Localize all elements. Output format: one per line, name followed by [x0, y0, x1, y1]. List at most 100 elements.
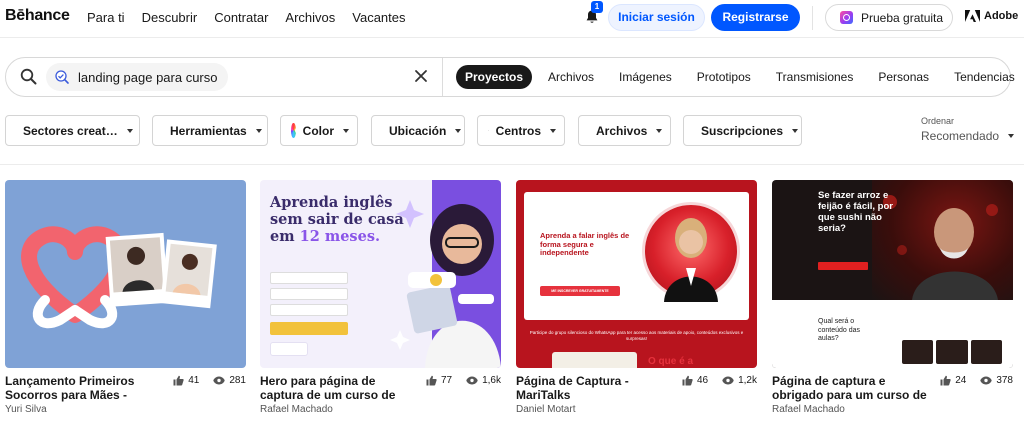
- nav-item-archivos[interactable]: Archivos: [285, 10, 335, 25]
- thumb-bottom-card: [552, 352, 637, 368]
- project-thumbnail[interactable]: Se fazer arroz e feijão é fácil, por que…: [772, 180, 1013, 368]
- nav-item-descubrir[interactable]: Descubrir: [142, 10, 198, 25]
- filter-sectores[interactable]: Sectores creat…: [5, 115, 140, 146]
- login-button[interactable]: Iniciar sesión: [608, 4, 705, 31]
- nav-item-vacantes[interactable]: Vacantes: [352, 10, 405, 25]
- project-views: 281: [229, 375, 246, 386]
- project-thumbnail[interactable]: [5, 180, 246, 368]
- tab-tendencias[interactable]: Tendencias: [945, 65, 1024, 89]
- filter-ubicacion-label: Ubicación: [389, 123, 447, 138]
- project-likes: 77: [440, 375, 453, 386]
- thumb-form-field: [270, 272, 348, 284]
- project-search-icon: [55, 70, 69, 84]
- search-query-text: landing page para curso: [78, 69, 218, 85]
- search-type-tabs: Proyectos Archivos Imágenes Prototipos T…: [456, 65, 1024, 89]
- tab-proyectos[interactable]: Proyectos: [456, 65, 533, 89]
- thumb-form-field: [270, 288, 348, 300]
- project-views: 1,2k: [738, 375, 757, 386]
- project-card[interactable]: Aprenda a falar inglês de forma segura e…: [516, 180, 757, 415]
- thumb-heading: Aprenda inglês sem sair de casa em 12 me…: [270, 194, 420, 245]
- project-stats: 77 1,6k: [426, 375, 501, 386]
- thumb-heading-line-1: Aprenda inglês: [270, 194, 393, 211]
- free-trial-button[interactable]: Prueba gratuita: [825, 4, 953, 31]
- first-aid-heart-artwork: [21, 226, 217, 329]
- like-thumb-icon: [173, 375, 184, 386]
- project-thumbnail[interactable]: Aprenda a falar inglês de forma segura e…: [516, 180, 757, 368]
- filter-sectores-label: Sectores creat…: [23, 123, 118, 138]
- chevron-down-icon: [255, 128, 262, 133]
- filters-divider: [0, 164, 1024, 165]
- filter-herramientas-label: Herramientas: [170, 123, 247, 138]
- like-thumb-icon: [426, 375, 437, 386]
- chevron-down-icon: [343, 128, 349, 133]
- project-author[interactable]: Rafael Machado: [260, 404, 333, 415]
- project-card[interactable]: Lançamento Primeiros Socorros para Mães …: [5, 180, 246, 415]
- project-title[interactable]: Lançamento Primeiros Socorros para Mães …: [5, 374, 165, 402]
- notification-badge: 1: [591, 1, 603, 13]
- filter-herramientas[interactable]: Herramientas: [152, 115, 268, 146]
- adobe-logo-icon: [965, 10, 980, 22]
- project-views: 378: [996, 375, 1013, 386]
- filter-color-label: Color: [302, 123, 334, 138]
- like-thumb-icon: [682, 375, 693, 386]
- chevron-down-icon: [656, 128, 663, 133]
- eye-views-icon: [466, 376, 478, 385]
- project-thumbnail[interactable]: Aprenda inglês sem sair de casa em 12 me…: [260, 180, 501, 368]
- project-author[interactable]: Daniel Motart: [516, 404, 575, 415]
- filter-centros[interactable]: Centros: [477, 115, 565, 146]
- color-wheel-icon: [291, 123, 302, 138]
- thumb-cta-button: [818, 262, 868, 270]
- tab-archivos[interactable]: Archivos: [539, 65, 603, 89]
- thumb-heading-highlight: 12 meses.: [299, 228, 381, 245]
- top-navigation-bar: Bēhance Para ti Descubrir Contratar Arch…: [0, 0, 1024, 38]
- sort-dropdown[interactable]: Recomendado: [921, 129, 1015, 143]
- sort-label: Ordenar: [921, 116, 955, 126]
- project-author[interactable]: Rafael Machado: [772, 404, 845, 415]
- chevron-down-icon: [792, 128, 799, 133]
- graduation-cap-icon: [488, 130, 489, 131]
- thumb-form-field: [270, 304, 348, 316]
- project-card[interactable]: Aprenda inglês sem sair de casa em 12 me…: [260, 180, 501, 415]
- search-query-chip[interactable]: landing page para curso: [46, 63, 228, 91]
- project-card[interactable]: Se fazer arroz e feijão é fácil, por que…: [772, 180, 1013, 415]
- thumb-stat-box: [270, 342, 308, 356]
- search-icon[interactable]: [20, 68, 37, 85]
- main-nav: Para ti Descubrir Contratar Archivos Vac…: [87, 10, 423, 25]
- adobe-link[interactable]: Adobe: [965, 10, 1018, 22]
- filter-archivos[interactable]: Archivos: [578, 115, 671, 146]
- tab-transmisiones[interactable]: Transmisiones: [767, 65, 863, 89]
- nav-item-contratar[interactable]: Contratar: [214, 10, 268, 25]
- chevron-down-icon: [126, 128, 133, 133]
- project-title[interactable]: Hero para página de captura de um curso …: [260, 374, 420, 402]
- filter-color[interactable]: Color: [280, 115, 358, 146]
- eye-views-icon: [213, 376, 226, 385]
- chevron-down-icon: [550, 128, 556, 133]
- filter-suscripciones[interactable]: Suscripciones: [683, 115, 802, 146]
- header-divider: [812, 6, 813, 30]
- thumb-photo: [902, 340, 934, 364]
- clear-search-icon[interactable]: [414, 69, 428, 83]
- eye-views-icon: [722, 376, 734, 385]
- eye-views-icon: [980, 376, 993, 385]
- thumb-cta-button: [270, 322, 348, 335]
- filter-suscripciones-label: Suscripciones: [701, 123, 784, 138]
- project-title[interactable]: Página de Captura - MariTalks: [516, 374, 676, 402]
- thumb-bottom-text: O que é a: [648, 356, 694, 367]
- like-thumb-icon: [940, 375, 951, 386]
- register-button[interactable]: Registrarse: [711, 4, 800, 31]
- project-title[interactable]: Página de captura e obrigado para um cur…: [772, 374, 932, 402]
- nav-item-para-ti[interactable]: Para ti: [87, 10, 125, 25]
- project-stats: 46 1,2k: [682, 375, 757, 386]
- creative-cloud-icon: [840, 11, 853, 24]
- thumb-question: Qual será o conteúdo das aulas?: [818, 318, 861, 342]
- tab-prototipos[interactable]: Prototipos: [688, 65, 760, 89]
- tab-imagenes[interactable]: Imágenes: [610, 65, 681, 89]
- tab-personas[interactable]: Personas: [869, 65, 938, 89]
- filter-ubicacion[interactable]: Ubicación: [371, 115, 465, 146]
- project-author[interactable]: Yuri Silva: [5, 404, 47, 415]
- sort-value: Recomendado: [921, 129, 1000, 143]
- behance-logo[interactable]: Bēhance: [5, 7, 70, 25]
- filter-archivos-label: Archivos: [596, 123, 648, 138]
- search-divider: [442, 58, 443, 96]
- chevron-down-icon: [455, 128, 462, 133]
